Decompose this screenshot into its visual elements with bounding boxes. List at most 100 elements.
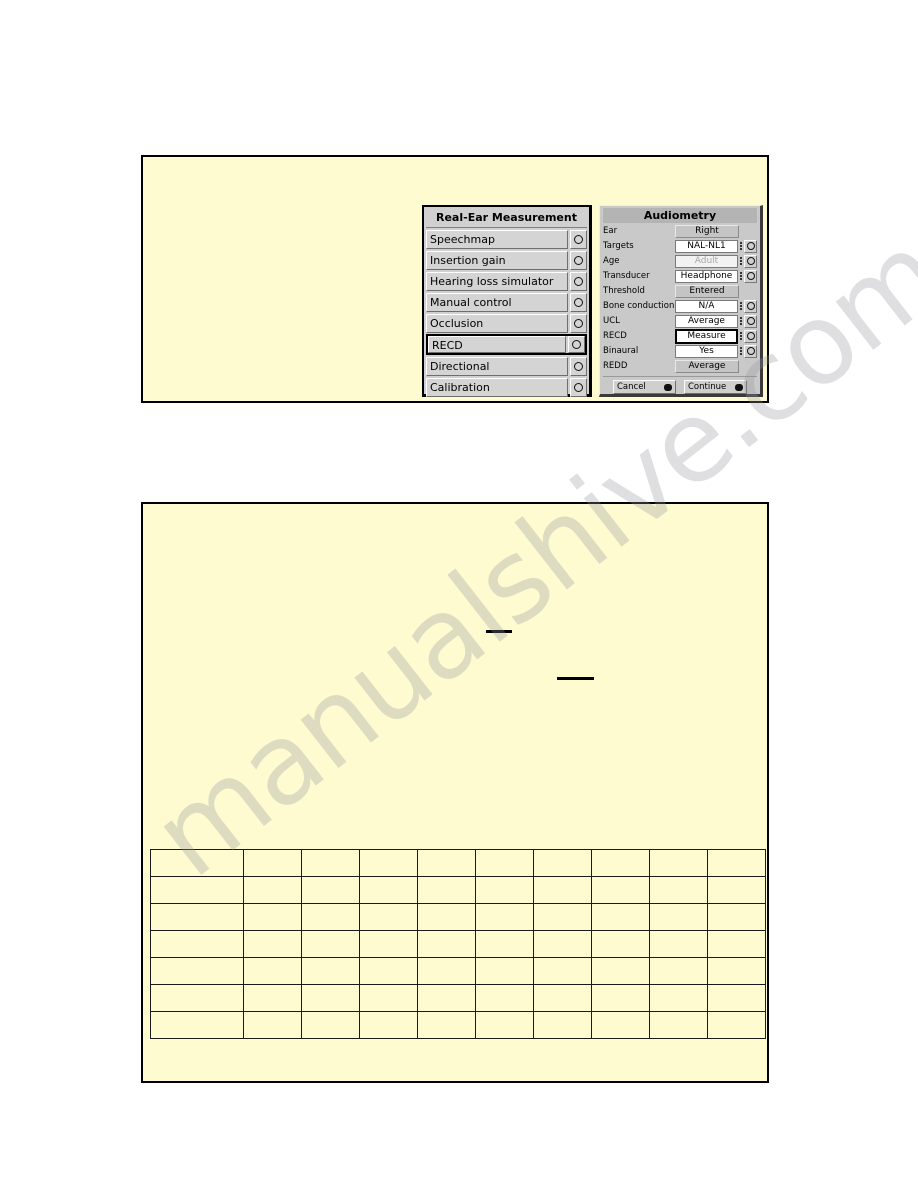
table-cell (359, 903, 418, 931)
table-cell (359, 849, 418, 877)
table-cell (533, 984, 592, 1012)
cancel-button[interactable]: Cancel (613, 380, 676, 394)
audiometry-row-binaural: Binaural Yes (603, 344, 757, 358)
knob-circle-icon (574, 277, 583, 286)
knob-icon[interactable] (570, 378, 587, 397)
audiometry-row-threshold: Threshold Entered (603, 284, 757, 298)
table-cell (417, 849, 476, 877)
audiometry-value-bone-conduction[interactable]: N/A (675, 299, 738, 313)
table-cell (243, 849, 302, 877)
rem-item-label[interactable]: Manual control (426, 293, 568, 312)
rem-item-recd[interactable]: RECD (426, 334, 587, 355)
audiometry-value-targets[interactable]: NAL-NL1 (675, 239, 738, 253)
grip-dots-icon (739, 301, 743, 312)
table-cell (707, 849, 766, 877)
table-cell (591, 1011, 650, 1039)
knob-circle-icon (746, 317, 755, 325)
rem-item-label[interactable]: Directional (426, 357, 568, 376)
table-cell (301, 876, 360, 904)
rem-item-insertion-gain[interactable]: Insertion gain (426, 251, 587, 270)
knob-icon[interactable] (744, 344, 757, 358)
table-row (150, 957, 766, 985)
table-row (150, 1011, 766, 1039)
real-ear-measurement-list: Speechmap Insertion gain Hearing loss simu… (426, 230, 587, 397)
rem-item-occlusion[interactable]: Occlusion (426, 314, 587, 333)
table-cell (417, 957, 476, 985)
rem-item-label[interactable]: Insertion gain (426, 251, 568, 270)
knob-icon[interactable] (570, 314, 587, 333)
top-figure-panel: Real-Ear Measurement Speechmap Insertion … (141, 155, 769, 403)
audiometry-label-transducer: Transducer (603, 271, 650, 281)
audiometry-value-binaural[interactable]: Yes (675, 344, 738, 358)
knob-circle-icon (746, 257, 755, 265)
real-ear-measurement-title: Real-Ear Measurement (426, 209, 587, 228)
knob-icon[interactable] (744, 239, 757, 253)
table-cell (359, 930, 418, 958)
knob-icon[interactable] (744, 254, 757, 268)
table-cell (591, 930, 650, 958)
rem-item-label[interactable]: Hearing loss simulator (426, 272, 568, 291)
knob-icon[interactable] (570, 293, 587, 312)
knob-circle-icon (746, 272, 755, 280)
audiometry-row-transducer: Transducer Headphone (603, 269, 757, 283)
table-cell (591, 957, 650, 985)
continue-button[interactable]: Continue (684, 380, 747, 394)
table-cell (150, 849, 244, 877)
knob-icon[interactable] (744, 299, 757, 313)
audiometry-value-transducer[interactable]: Headphone (675, 269, 738, 283)
knob-icon[interactable] (568, 336, 585, 353)
knob-circle-icon (574, 319, 583, 328)
knob-icon[interactable] (744, 314, 757, 328)
table-cell (150, 930, 244, 958)
table-cell (150, 903, 244, 931)
rem-item-label[interactable]: RECD (428, 336, 566, 353)
knob-icon[interactable] (744, 329, 757, 343)
rem-item-speechmap[interactable]: Speechmap (426, 230, 587, 249)
table-cell (649, 903, 708, 931)
table-cell (649, 957, 708, 985)
table-cell (301, 984, 360, 1012)
rem-item-hearing-loss-simulator[interactable]: Hearing loss simulator (426, 272, 587, 291)
table-cell (475, 957, 534, 985)
table-cell (301, 849, 360, 877)
knob-icon[interactable] (744, 269, 757, 283)
knob-circle-icon (574, 383, 583, 392)
table-cell (649, 849, 708, 877)
audiometry-row-redd: REDD Average (603, 359, 757, 373)
table-cell (475, 876, 534, 904)
table-cell (649, 876, 708, 904)
blank-line-1 (486, 630, 512, 633)
table-cell (359, 984, 418, 1012)
table-cell (591, 849, 650, 877)
knob-icon[interactable] (570, 251, 587, 270)
knob-icon[interactable] (570, 230, 587, 249)
table-cell (301, 930, 360, 958)
table-cell (649, 1011, 708, 1039)
table-cell (243, 984, 302, 1012)
grip-dots-icon (739, 346, 743, 357)
knob-circle-icon (574, 362, 583, 371)
rem-item-manual-control[interactable]: Manual control (426, 293, 587, 312)
table-cell (243, 876, 302, 904)
table-cell (417, 1011, 476, 1039)
knob-icon[interactable] (570, 357, 587, 376)
rem-item-label[interactable]: Calibration (426, 378, 568, 397)
table-cell (150, 984, 244, 1012)
knob-circle-icon (574, 256, 583, 265)
rem-item-directional[interactable]: Directional (426, 357, 587, 376)
table-cell (243, 903, 302, 931)
knob-circle-icon (574, 235, 583, 244)
audiometry-row-ear: Ear Right (603, 224, 757, 238)
audiometry-value-ucl[interactable]: Average (675, 314, 738, 328)
rem-item-label[interactable]: Speechmap (426, 230, 568, 249)
knob-icon[interactable] (570, 272, 587, 291)
table-cell (150, 957, 244, 985)
table-cell (475, 984, 534, 1012)
table-cell (707, 957, 766, 985)
rem-item-label[interactable]: Occlusion (426, 314, 568, 333)
table-cell (707, 1011, 766, 1039)
audiometry-value-recd[interactable]: Measure (675, 328, 738, 344)
table-cell (533, 1011, 592, 1039)
rem-item-calibration[interactable]: Calibration (426, 378, 587, 397)
audiometry-value-age: Adult (675, 254, 738, 268)
